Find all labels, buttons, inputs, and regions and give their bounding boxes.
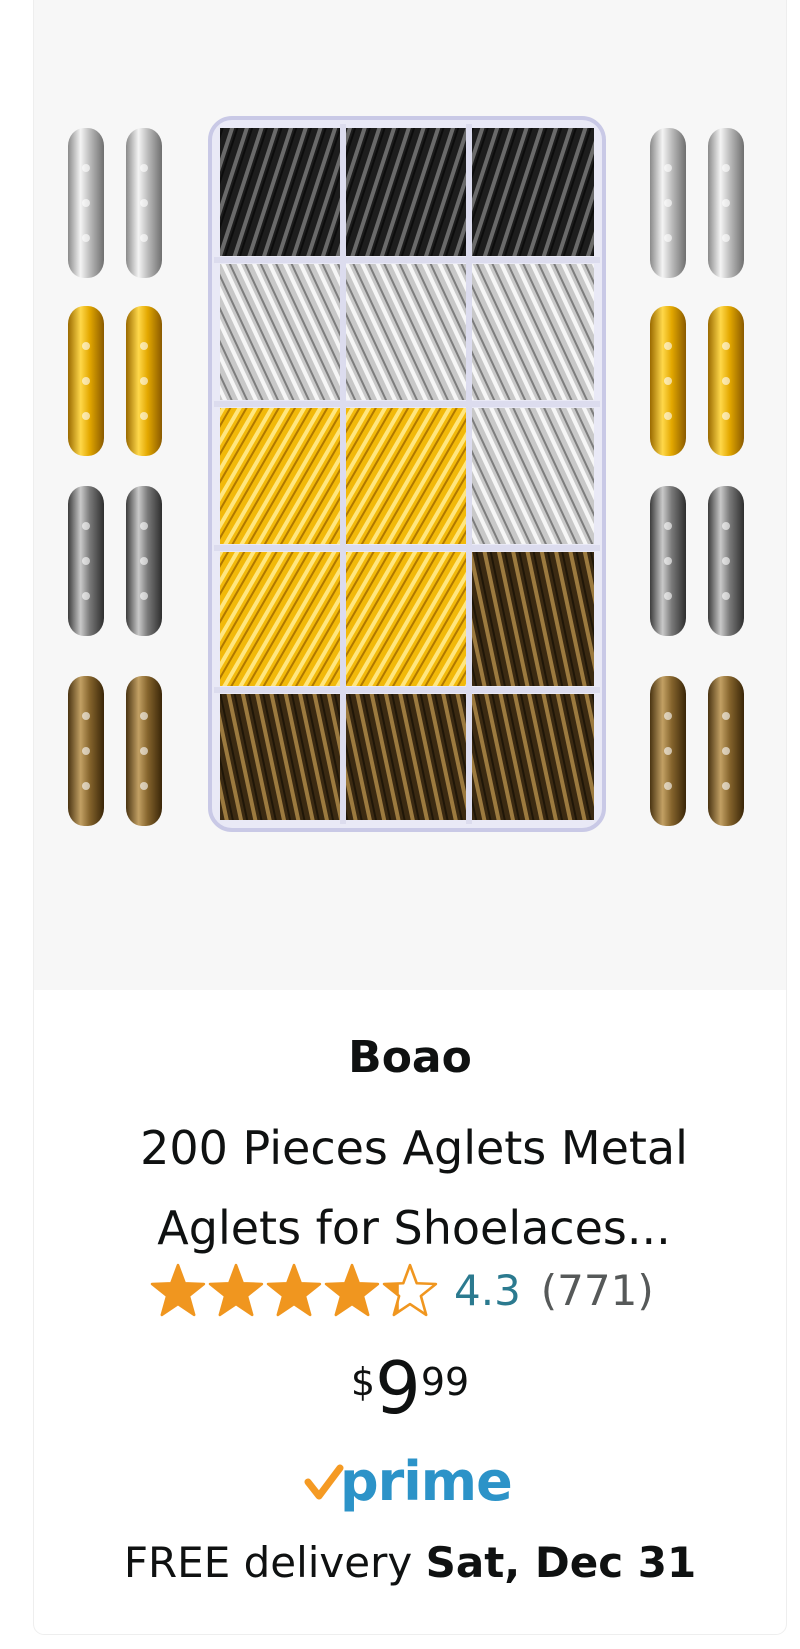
product-card[interactable]: Boao 200 Pieces Aglets Metal Aglets for … — [34, 0, 786, 1634]
star-icon — [266, 1263, 322, 1317]
product-image[interactable] — [34, 0, 786, 990]
organizer-box — [208, 116, 606, 832]
delivery-info: FREE delivery Sat, Dec 31 — [34, 1538, 786, 1588]
prime-badge: prime — [304, 1450, 513, 1513]
delivery-prefix: FREE delivery — [123, 1538, 413, 1587]
price-currency: $ — [350, 1360, 375, 1404]
star-icon — [150, 1263, 206, 1317]
price-whole: 9 — [375, 1346, 421, 1430]
price: $ 9 99 — [34, 1348, 786, 1428]
review-count[interactable]: (771) — [541, 1266, 654, 1315]
prime-check-icon — [304, 1464, 344, 1500]
star-icon — [208, 1263, 264, 1317]
left-aglet-samples — [68, 128, 162, 826]
star-icon — [324, 1263, 380, 1317]
rating-value[interactable]: 4.3 — [454, 1266, 521, 1315]
brand-name[interactable]: Boao — [34, 1032, 786, 1084]
star-icon — [382, 1263, 438, 1317]
right-aglet-samples — [650, 128, 744, 826]
delivery-date: Sat, Dec 31 — [425, 1538, 697, 1587]
rating-row[interactable]: 4.3 (771) — [150, 1260, 654, 1320]
prime-label: prime — [340, 1450, 513, 1513]
aglet-organizer-illustration — [68, 116, 744, 832]
star-rating — [150, 1263, 440, 1317]
product-title[interactable]: 200 Pieces Aglets Metal Aglets for Shoel… — [104, 1108, 724, 1268]
price-fraction: 99 — [420, 1360, 470, 1404]
